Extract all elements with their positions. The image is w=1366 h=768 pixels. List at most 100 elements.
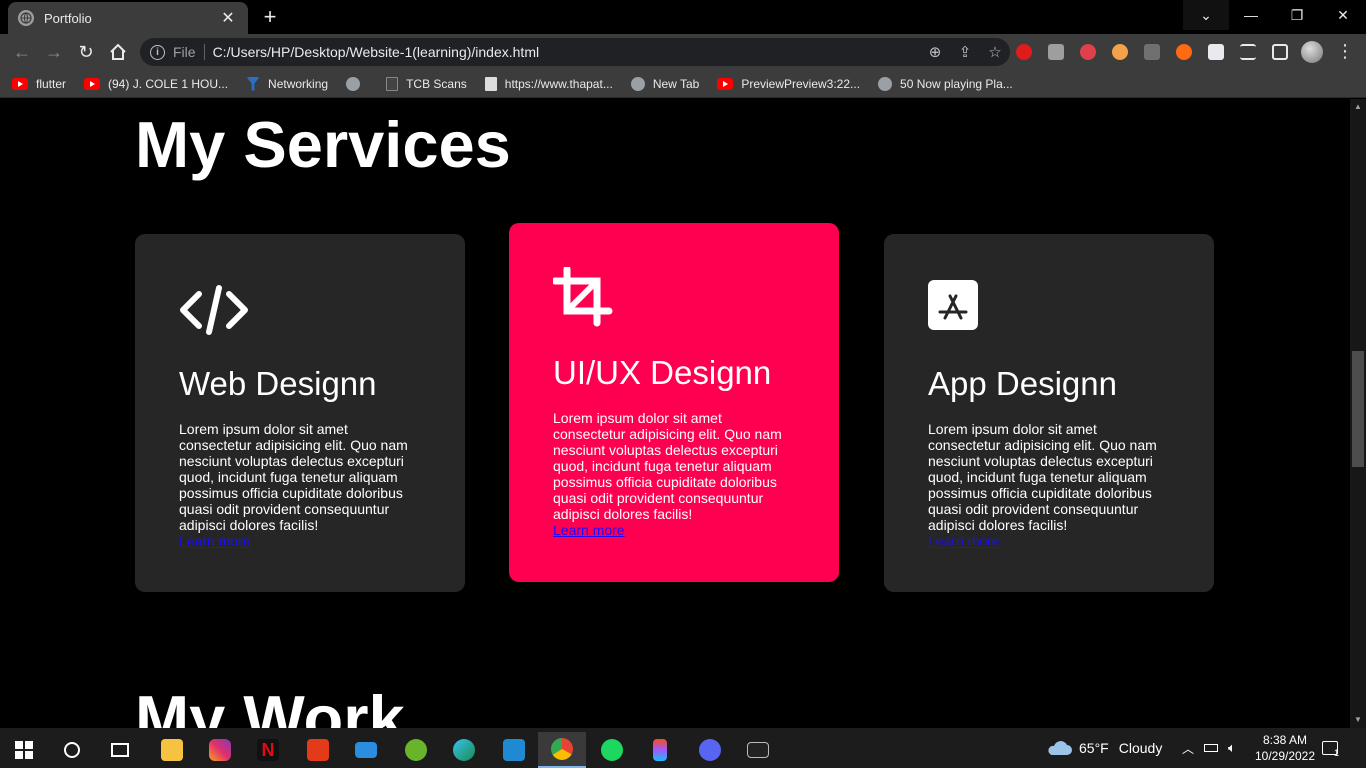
url-text[interactable]: C:/Users/HP/Desktop/Website-1(learning)/…: [213, 44, 920, 60]
card-text: Lorem ipsum dolor sit amet consectetur a…: [179, 421, 408, 549]
learn-more-link[interactable]: Learn more: [179, 533, 251, 549]
scroll-up-arrow-icon[interactable]: ▲: [1350, 99, 1366, 115]
taskbar-netflix[interactable]: N: [244, 732, 292, 768]
card-title: App Designn: [928, 365, 1117, 402]
taskbar-discord[interactable]: [686, 732, 734, 768]
taskbar-file-explorer[interactable]: [148, 732, 196, 768]
battery-icon[interactable]: [1204, 728, 1218, 768]
search-circle-icon: [64, 742, 80, 758]
side-panel-icon[interactable]: [1272, 44, 1288, 60]
taskbar-office[interactable]: [294, 732, 342, 768]
globe-icon: [630, 76, 645, 91]
task-view-icon: [111, 743, 129, 757]
terminal-icon: [747, 742, 769, 758]
taskbar-instagram[interactable]: [196, 732, 244, 768]
scheme-label: File: [173, 44, 205, 60]
extensions-puzzle-icon[interactable]: [1208, 44, 1224, 60]
extension-orange-icon[interactable]: [1112, 44, 1128, 60]
notification-center-button[interactable]: 1: [1322, 728, 1339, 768]
new-tab-button[interactable]: +: [258, 6, 282, 30]
address-bar[interactable]: i File C:/Users/HP/Desktop/Website-1(lea…: [140, 38, 1010, 66]
zoom-icon[interactable]: ⊕: [920, 43, 950, 61]
tab-portfolio[interactable]: Portfolio ✕: [8, 2, 248, 34]
crop-icon: [551, 265, 623, 337]
tab-strip: Portfolio ✕ + ⌄ — ❐ ✕: [0, 0, 1366, 34]
extension-lock-icon[interactable]: [1144, 44, 1160, 60]
code-icon: [179, 282, 249, 352]
taskbar-terminal[interactable]: [734, 732, 782, 768]
bookmark-new-tab[interactable]: New Tab: [630, 76, 699, 91]
bookmark-thapa[interactable]: https://www.thapat...: [484, 76, 613, 91]
folder-icon: [161, 739, 183, 761]
task-view-button[interactable]: [96, 732, 144, 768]
service-card-app: App Designn Lorem ipsum dolor sit amet c…: [884, 234, 1214, 592]
globe-icon: [18, 10, 34, 26]
learn-more-link[interactable]: Learn more: [553, 522, 625, 538]
menu-kebab-icon[interactable]: ⋮: [1336, 42, 1354, 60]
volume-icon[interactable]: 🔈︎: [1228, 728, 1236, 768]
services-heading: My Services: [135, 108, 511, 181]
tab-search-button[interactable]: ⌄: [1183, 0, 1229, 30]
vscode-icon: [503, 739, 525, 761]
bookmark-jcole[interactable]: (94) J. COLE 1 HOU...: [84, 77, 228, 91]
bookmark-now-playing[interactable]: 50 Now playing Pla...: [878, 76, 1013, 91]
bookmark-preview[interactable]: PreviewPreview3:22...: [717, 77, 860, 91]
bookmark-globe[interactable]: [346, 76, 368, 91]
reload-button[interactable]: ↻: [74, 40, 98, 64]
bookmark-star-icon[interactable]: ☆: [980, 43, 1010, 61]
taskbar-figma[interactable]: [636, 732, 684, 768]
card-title: UI/UX Designn: [553, 354, 772, 391]
edge-icon: [453, 739, 475, 761]
taskbar-edge[interactable]: [440, 732, 488, 768]
restore-button[interactable]: ❐: [1274, 0, 1320, 30]
page-icon: [484, 76, 497, 91]
start-button[interactable]: [0, 732, 48, 768]
chrome-icon: [551, 738, 573, 760]
bookmark-tcb-scans[interactable]: TCB Scans: [386, 76, 467, 91]
page-icon: [386, 76, 399, 91]
service-card-uiux: UI/UX Designn Lorem ipsum dolor sit amet…: [509, 223, 839, 582]
bookmarks-bar: flutter (94) J. COLE 1 HOU... Networking…: [0, 70, 1366, 98]
app-store-icon: [928, 280, 978, 330]
figma-icon: [653, 739, 667, 761]
close-window-button[interactable]: ✕: [1320, 0, 1366, 30]
taskbar-vscode[interactable]: [490, 732, 538, 768]
spotify-icon: [601, 739, 623, 761]
learn-more-link[interactable]: Learn more: [928, 533, 1000, 549]
youtube-icon: [717, 77, 734, 90]
close-tab-icon[interactable]: ✕: [218, 8, 238, 28]
share-icon[interactable]: ⇪: [950, 43, 980, 61]
back-button[interactable]: ←: [10, 40, 34, 64]
search-button[interactable]: [48, 732, 96, 768]
media-queue-icon[interactable]: [1240, 44, 1256, 60]
card-text: Lorem ipsum dolor sit amet consectetur a…: [928, 421, 1157, 549]
scroll-down-arrow-icon[interactable]: ▼: [1350, 712, 1366, 728]
system-clock[interactable]: 8:38 AM 10/29/2022: [1250, 732, 1320, 764]
home-button[interactable]: [106, 40, 130, 64]
taskbar-mail[interactable]: [342, 732, 390, 768]
netflix-icon: N: [257, 739, 279, 761]
extension-s-icon[interactable]: [1080, 44, 1096, 60]
browser-toolbar: ← → ↻ i File C:/Users/HP/Desktop/Website…: [0, 34, 1366, 70]
show-hidden-icons-button[interactable]: ︿: [1182, 728, 1194, 768]
profile-avatar[interactable]: [1301, 41, 1323, 63]
taskbar-spotify[interactable]: [588, 732, 636, 768]
forward-button[interactable]: →: [42, 40, 66, 64]
weather-widget[interactable]: 65°F Cloudy: [1046, 728, 1162, 768]
tab-title: Portfolio: [44, 10, 92, 26]
extension-grey-icon[interactable]: [1048, 44, 1064, 60]
bookmark-networking[interactable]: Networking: [246, 76, 328, 91]
service-card-web: Web Designn Lorem ipsum dolor sit amet c…: [135, 234, 465, 592]
bookmark-flutter[interactable]: flutter: [12, 77, 66, 91]
taskbar-chrome[interactable]: [538, 732, 586, 768]
extension-red-icon[interactable]: [1016, 44, 1032, 60]
taskbar-utorrent[interactable]: [392, 732, 440, 768]
scroll-thumb[interactable]: [1352, 351, 1364, 467]
minimize-button[interactable]: —: [1228, 0, 1274, 30]
work-heading: My Work: [135, 682, 405, 728]
extension-fire-icon[interactable]: [1176, 44, 1192, 60]
youtube-icon: [12, 77, 28, 90]
home-icon: [110, 43, 126, 60]
site-info-icon[interactable]: i: [150, 44, 165, 60]
page-scrollbar[interactable]: ▲ ▼: [1350, 99, 1366, 728]
